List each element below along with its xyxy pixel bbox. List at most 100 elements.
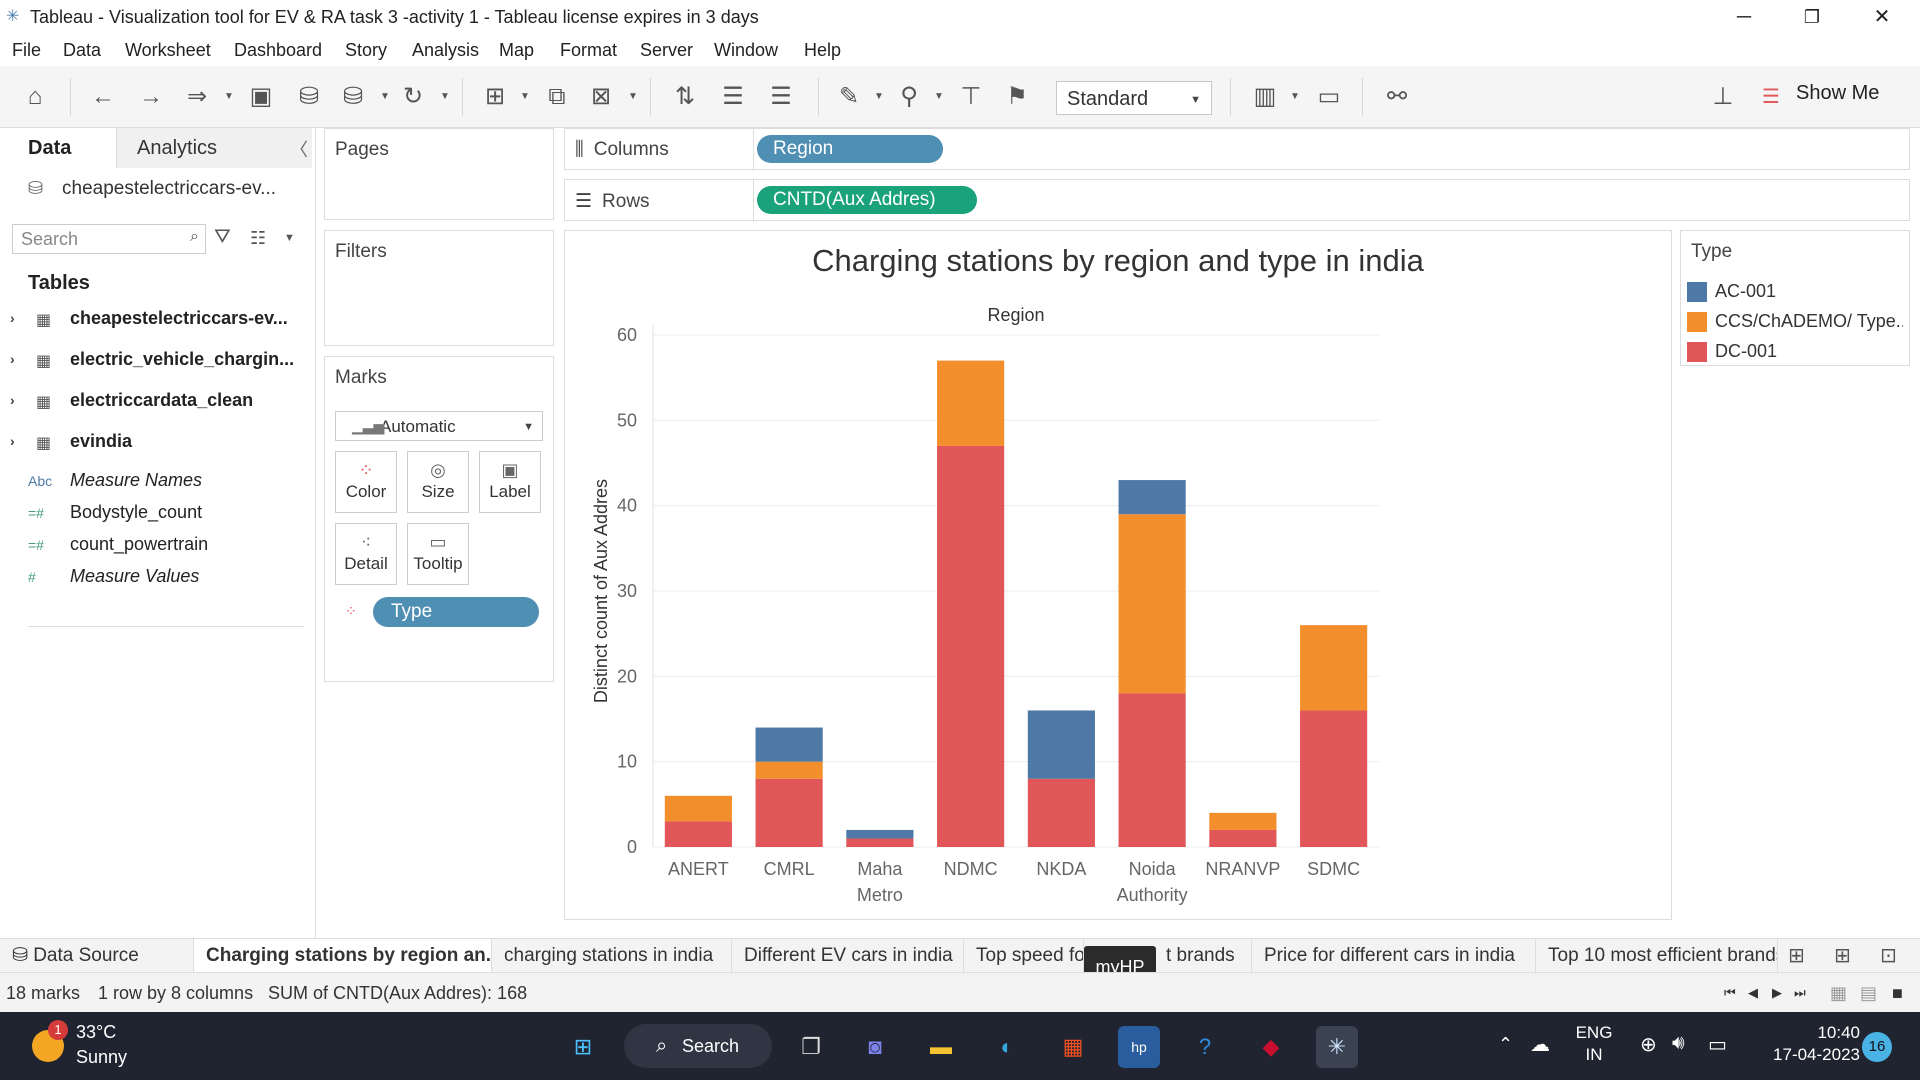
language-indicator[interactable]: ENG IN	[1564, 1022, 1624, 1066]
menu-help[interactable]: Help	[804, 40, 841, 61]
last-sheet-icon[interactable]: ⏭	[1794, 985, 1806, 1001]
tab-data[interactable]: Data	[0, 128, 116, 168]
forward-icon[interactable]: ⇒	[180, 80, 214, 114]
swap-icon[interactable]: ⇅	[668, 80, 702, 114]
new-dashboard-icon[interactable]: ⊞	[1834, 943, 1851, 968]
search-input[interactable]: Search ⌕	[12, 224, 206, 254]
labels-icon[interactable]: ⊤	[954, 80, 988, 114]
chevron-right-icon[interactable]: ›	[10, 392, 15, 408]
group-dropdown-icon[interactable]: ▼	[934, 92, 944, 102]
new-worksheet-icon[interactable]: ⊞	[1788, 943, 1805, 968]
menu-story[interactable]: Story	[345, 40, 387, 61]
new-datasource-icon[interactable]: ⛁	[292, 80, 326, 114]
sheet-tab[interactable]: Different EV cars in india	[732, 939, 964, 973]
detail-button[interactable]: ⁖ Detail	[335, 523, 397, 585]
sheet-tab[interactable]: charging stations in india	[492, 939, 732, 973]
tooltip-pin-icon[interactable]: ⊥	[1706, 80, 1740, 114]
pin-icon[interactable]: ⚑	[1000, 80, 1034, 114]
myhp-icon[interactable]: hp	[1118, 1026, 1160, 1068]
type-pill[interactable]: Type	[373, 597, 539, 627]
show-cards-icon[interactable]: ▥	[1248, 80, 1282, 114]
edge-icon[interactable]: ◐	[986, 1026, 1028, 1068]
minimize-button[interactable]: ─	[1714, 0, 1774, 34]
maximize-button[interactable]: ❐	[1782, 0, 1842, 34]
tab-analytics[interactable]: Analytics	[116, 128, 312, 168]
notification-badge[interactable]: 16	[1862, 1032, 1892, 1062]
share-icon[interactable]: ⚯	[1380, 80, 1414, 114]
view-dropdown-icon[interactable]: ▼	[284, 232, 295, 244]
refresh-icon[interactable]: ↻	[396, 80, 430, 114]
refresh-dropdown-icon[interactable]: ▼	[440, 92, 450, 102]
teams-icon[interactable]: ◙	[854, 1026, 896, 1068]
mcafee-icon[interactable]: ◆	[1250, 1026, 1292, 1068]
table-item[interactable]: › ▦ evindia	[10, 429, 310, 459]
first-sheet-icon[interactable]: ⏮	[1724, 985, 1736, 1001]
size-button[interactable]: ◎ Size	[407, 451, 469, 513]
field-item[interactable]: =# Bodystyle_count	[28, 502, 308, 530]
label-button[interactable]: ▣ Label	[479, 451, 541, 513]
datasource-dropdown-icon[interactable]: ▼	[380, 92, 390, 102]
volume-icon[interactable]: 🔊︎	[1672, 1032, 1685, 1055]
taskbar-search[interactable]: ⌕ Search	[624, 1024, 772, 1068]
data-source-tab[interactable]: ⛁ Data Source	[0, 939, 194, 973]
mark-type-select[interactable]: ▁▃▅ Automatic ▼	[335, 411, 543, 441]
tooltip-button[interactable]: ▭ Tooltip	[407, 523, 469, 585]
menu-worksheet[interactable]: Worksheet	[125, 40, 211, 61]
weather-temp[interactable]: 33°C	[76, 1022, 116, 1043]
legend-item-ccs[interactable]: CCS/ChADEMO/ Type..	[1687, 309, 1903, 333]
sheet-tab[interactable]: Price for different cars in india	[1252, 939, 1536, 973]
weather-desc[interactable]: Sunny	[76, 1047, 127, 1068]
cntd-pill[interactable]: CNTD(Aux Addres)	[757, 186, 977, 214]
close-button[interactable]: ✕	[1852, 0, 1912, 34]
onedrive-icon[interactable]: ☁	[1530, 1032, 1550, 1057]
field-item[interactable]: =# count_powertrain	[28, 534, 308, 562]
pages-card[interactable]: Pages	[324, 128, 554, 220]
view-list-icon[interactable]: ☷	[250, 228, 266, 249]
clear-sheet-icon[interactable]: ⊠	[584, 80, 618, 114]
highlight-icon[interactable]: ✎	[832, 80, 866, 114]
duplicate-icon[interactable]: ⧉	[540, 80, 574, 114]
new-worksheet-dropdown-icon[interactable]: ▼	[520, 92, 530, 102]
fit-select[interactable]: Standard ▼	[1056, 81, 1212, 115]
menu-format[interactable]: Format	[560, 40, 617, 61]
color-button[interactable]: ⁘ Color	[335, 451, 397, 513]
undo-icon[interactable]: ←	[86, 80, 120, 114]
home-icon[interactable]: ⌂	[18, 80, 52, 114]
prev-sheet-icon[interactable]: ◀	[1748, 985, 1758, 1001]
menu-dashboard[interactable]: Dashboard	[234, 40, 322, 61]
presentation-icon[interactable]: ▭	[1312, 80, 1346, 114]
sheet-tab[interactable]: Top 10 most efficient brands	[1536, 939, 1778, 973]
group-icon[interactable]: ⚲	[892, 80, 926, 114]
chevron-right-icon[interactable]: ›	[10, 433, 15, 449]
chevron-right-icon[interactable]: ›	[10, 310, 15, 326]
new-worksheet-icon[interactable]: ⊞	[478, 80, 512, 114]
table-item[interactable]: › ▦ electriccardata_clean	[10, 388, 310, 418]
menu-window[interactable]: Window	[714, 40, 778, 61]
tableau-taskbar-icon[interactable]: ✳	[1316, 1026, 1358, 1068]
chevron-right-icon[interactable]: ›	[10, 351, 15, 367]
field-item[interactable]: # Measure Values	[28, 566, 308, 594]
sort-descending-icon[interactable]: ☰	[764, 80, 798, 114]
sheet-tab[interactable]: Top speed for	[964, 939, 1084, 973]
menu-map[interactable]: Map	[499, 40, 534, 61]
network-icon[interactable]: ⊕	[1640, 1032, 1657, 1057]
columns-shelf[interactable]: ⫼ Columns Region	[564, 128, 1910, 171]
task-view-icon[interactable]: ❐	[790, 1026, 832, 1068]
menu-analysis[interactable]: Analysis	[412, 40, 479, 61]
show-me-button[interactable]: ☰ Show Me	[1762, 82, 1879, 112]
grid-view-icon[interactable]: ▦	[1830, 983, 1847, 1004]
redo-icon[interactable]: →	[134, 80, 168, 114]
sheet-tab-active[interactable]: Charging stations by region an...	[194, 939, 492, 973]
battery-icon[interactable]: ▭	[1708, 1032, 1727, 1057]
store-icon[interactable]: ▦	[1052, 1026, 1094, 1068]
file-explorer-icon[interactable]: ▬	[920, 1026, 962, 1068]
new-story-icon[interactable]: ⊡	[1880, 943, 1897, 968]
chevron-up-icon[interactable]: ⌃	[1498, 1034, 1513, 1055]
filter-icon[interactable]: ⛛	[214, 226, 231, 249]
filmstrip-view-icon[interactable]: ▤	[1860, 983, 1877, 1004]
forward-dropdown-icon[interactable]: ▼	[224, 92, 234, 102]
clear-dropdown-icon[interactable]: ▼	[628, 92, 638, 102]
save-icon[interactable]: ▣	[244, 80, 278, 114]
show-cards-dropdown-icon[interactable]: ▼	[1290, 92, 1300, 102]
rows-shelf[interactable]: ☰ Rows CNTD(Aux Addres)	[564, 179, 1910, 222]
